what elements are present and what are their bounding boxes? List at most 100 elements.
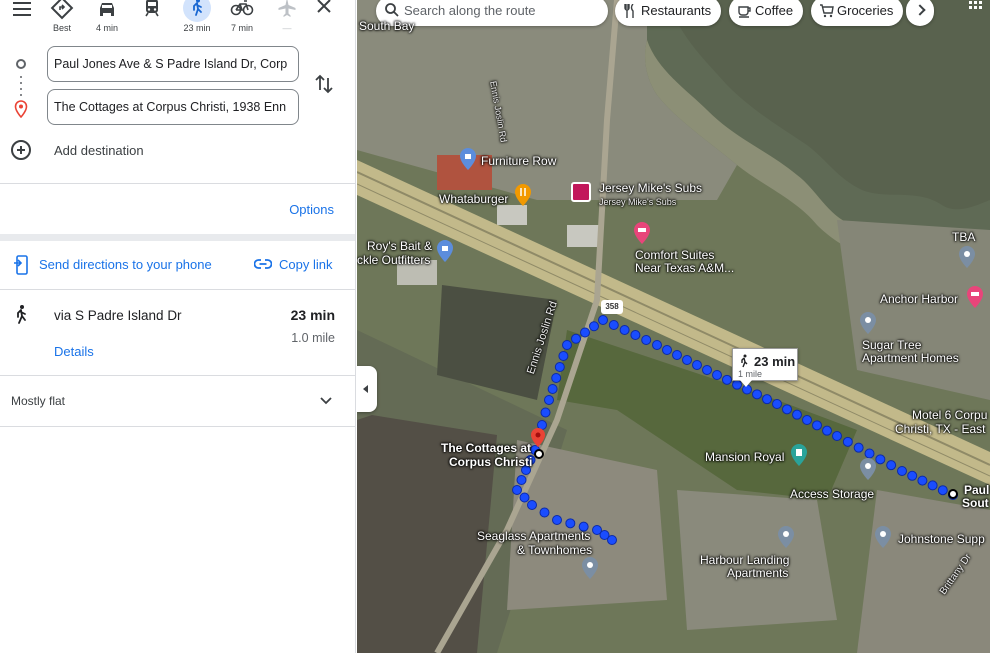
map-label-furniture-row[interactable]: Furniture Row — [481, 155, 556, 168]
chip-restaurants[interactable]: Restaurants — [615, 0, 722, 26]
directions-panel: Best 4 min 23 min 7 min — Paul Jones Ave… — [0, 0, 356, 653]
route-dot — [527, 500, 537, 510]
menu-icon[interactable] — [10, 0, 34, 22]
options-link[interactable]: Options — [289, 202, 334, 217]
destination-input[interactable]: The Cottages at Corpus Christi, 1938 Enn — [47, 89, 299, 125]
callout-duration: 23 min — [754, 354, 796, 369]
route-connector — [20, 76, 22, 98]
route-dot — [641, 335, 652, 345]
mode-drive-label: 4 min — [95, 23, 118, 33]
route-path — [512, 315, 958, 545]
map-label-south-bay: South Bay — [359, 19, 415, 33]
route-duration-callout[interactable]: 23 min 1 mile — [732, 348, 798, 387]
route-dot — [927, 480, 938, 491]
map-label-cottages-1[interactable]: The Cottages at — [441, 442, 531, 455]
mode-transit[interactable] — [130, 0, 174, 36]
callout-distance: 1 mile — [738, 369, 763, 379]
map-label-paul-2[interactable]: Sout — [962, 497, 989, 510]
mode-best[interactable]: Best — [40, 0, 84, 36]
route-dot — [589, 321, 599, 332]
mode-bike[interactable]: 7 min — [220, 0, 264, 36]
map-label-sugar-2[interactable]: Apartment Homes — [862, 352, 959, 365]
map-label-whataburger[interactable]: Whataburger — [439, 193, 508, 206]
swap-icon[interactable] — [313, 72, 335, 96]
origin-input[interactable]: Paul Jones Ave & S Padre Island Dr, Corp — [47, 46, 299, 82]
destination-pin-icon[interactable] — [530, 428, 546, 450]
map-canvas[interactable]: Search along the route Restaurants Coffe… — [357, 0, 990, 653]
chip-restaurants-label: Restaurants — [641, 3, 712, 18]
destination-marker — [534, 449, 544, 459]
map-label-roys-2[interactable]: ckle Outfitters — [357, 254, 430, 267]
route-dot — [875, 454, 886, 465]
map-label-comfort-2[interactable]: Near Texas A&M... — [635, 262, 734, 275]
map-label-harbour-2[interactable]: Apartments — [727, 567, 788, 580]
divider — [0, 183, 355, 184]
map-label-johnstone[interactable]: Johnstone Supp — [898, 533, 985, 546]
route-dot — [832, 431, 842, 441]
hotel-pin-icon[interactable] — [967, 286, 983, 308]
route-dot — [864, 448, 875, 459]
building-pin-icon[interactable] — [791, 444, 807, 466]
map-label-anchor-harbor[interactable]: Anchor Harbor — [880, 293, 958, 306]
map-label-motel-2[interactable]: Christi, TX - East — [895, 423, 985, 436]
route-dot — [782, 404, 792, 415]
send-to-phone-label: Send directions to your phone — [39, 257, 212, 272]
route-dot — [598, 315, 608, 325]
add-circle-icon — [11, 140, 31, 160]
map-label-access-storage[interactable]: Access Storage — [790, 488, 874, 501]
food-pin-icon[interactable] — [515, 184, 531, 206]
map-label-seaglass-1[interactable]: Seaglass Apartments — [477, 530, 590, 543]
mode-drive[interactable]: 4 min — [85, 0, 129, 36]
route-dot — [682, 355, 692, 365]
route-dot — [822, 425, 832, 436]
map-label-cottages-2[interactable]: Corpus Christi — [449, 456, 532, 469]
map-label-roys-1[interactable]: Roy's Bait & — [367, 240, 432, 253]
place-pin-icon[interactable] — [582, 557, 598, 579]
hotel-pin-icon[interactable] — [634, 222, 650, 244]
route-dot — [792, 409, 802, 420]
shopping-pin-icon[interactable] — [460, 148, 476, 170]
map-label-motel-1[interactable]: Motel 6 Corpu — [912, 409, 987, 422]
chip-coffee-label: Coffee — [755, 3, 794, 18]
shopping-pin-icon[interactable] — [437, 240, 453, 262]
route-dot — [580, 327, 590, 338]
details-link[interactable]: Details — [54, 344, 94, 359]
apps-grid-icon[interactable] — [969, 0, 985, 10]
highway-shield: 358 — [601, 300, 623, 314]
place-pin-icon[interactable] — [875, 526, 891, 548]
map-label-jersey[interactable]: Jersey Mike's Subs — [599, 182, 702, 195]
route-dot — [752, 389, 762, 400]
map-label-tba[interactable]: TBA — [952, 231, 975, 244]
route-dot — [692, 360, 702, 370]
chip-coffee[interactable]: Coffee — [729, 0, 804, 26]
route-dot — [886, 460, 897, 471]
mode-flight[interactable]: — — [265, 0, 309, 36]
route-dot — [630, 330, 641, 340]
map-label-seaglass-2[interactable]: & Townhomes — [517, 544, 592, 557]
close-icon[interactable] — [312, 0, 336, 18]
route-dot — [571, 333, 581, 344]
chip-groceries[interactable]: Groceries — [811, 0, 904, 26]
cart-icon — [820, 4, 834, 18]
add-destination-button[interactable]: Add destination — [11, 140, 341, 162]
mode-walk[interactable]: 23 min — [175, 0, 219, 36]
elevation-row[interactable]: Mostly flat — [0, 376, 355, 426]
jersey-logo-icon — [571, 182, 591, 202]
route-dot — [552, 515, 562, 525]
route-dot — [519, 492, 530, 503]
add-destination-label: Add destination — [54, 143, 144, 158]
place-pin-icon[interactable] — [959, 246, 975, 268]
route-dot — [672, 350, 682, 360]
route-dot — [558, 351, 569, 361]
route-dot — [554, 362, 565, 372]
collapse-panel-button[interactable] — [357, 366, 377, 412]
route-dot — [512, 485, 522, 495]
place-pin-icon[interactable] — [778, 526, 794, 548]
map-label-mansion-royal[interactable]: Mansion Royal — [705, 451, 784, 464]
mode-walk-label: 23 min — [183, 23, 211, 33]
place-pin-icon[interactable] — [860, 458, 876, 480]
route-dot — [547, 384, 558, 394]
route-dot — [562, 340, 572, 350]
place-pin-icon[interactable] — [860, 312, 876, 334]
route-option-card[interactable]: via S Padre Island Dr 23 min 1.0 mile De… — [0, 290, 355, 376]
